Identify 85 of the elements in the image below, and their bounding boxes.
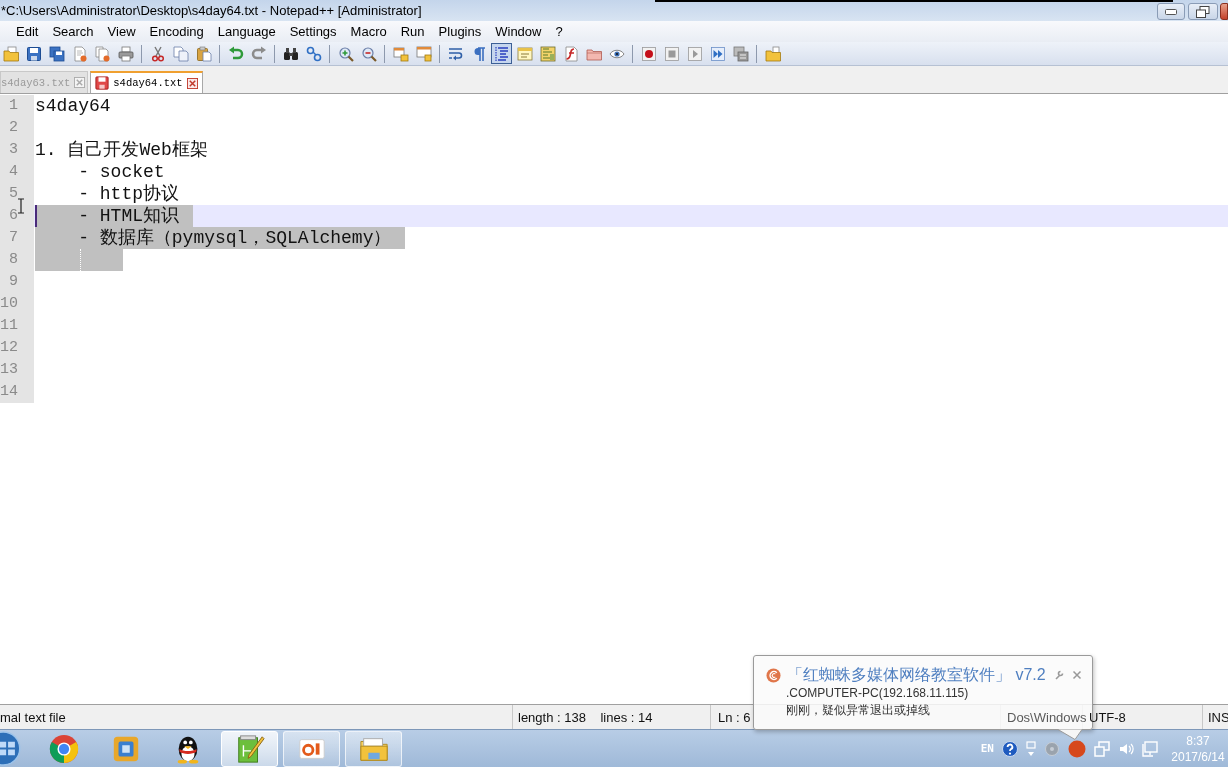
record-icon: [640, 45, 657, 62]
zoom-in-icon: [337, 45, 354, 62]
redo-arrow-icon: [250, 45, 267, 62]
status-dot-icon[interactable]: [1068, 739, 1086, 758]
wrap-lines-icon: [447, 45, 464, 62]
menu-item[interactable]: Run: [393, 21, 432, 42]
close-icon[interactable]: [1071, 670, 1082, 680]
clipboard-icon: [195, 45, 212, 62]
close-icon[interactable]: [186, 77, 198, 89]
help-icon[interactable]: [1002, 740, 1018, 757]
window-arrow-icon[interactable]: [1026, 740, 1036, 757]
folder-icon: [2, 45, 19, 62]
toolbar-button[interactable]: [46, 43, 67, 64]
notification-text: .COMPUTER-PC(192.168.11.115): [786, 685, 969, 702]
copy-icon: [172, 45, 189, 62]
line-number: 5: [8, 184, 18, 204]
play-icon: [686, 45, 703, 62]
notification-text: 刚刚，疑似异常退出或掉线: [786, 702, 930, 719]
line-number: 10: [0, 294, 18, 314]
restore-button[interactable]: [1188, 3, 1218, 20]
menu-item[interactable]: ?: [548, 21, 570, 42]
menu-item[interactable]: View: [100, 21, 143, 42]
stacked-floppy-icon: [48, 45, 65, 62]
text-caret: [35, 205, 37, 227]
notification-title: 「红蜘蛛多媒体网络教室软件」 v7.2: [787, 664, 1046, 685]
text-cursor-icon: [17, 198, 25, 214]
menu-item[interactable]: Encoding: [142, 21, 211, 42]
code-line: s4day64: [35, 95, 111, 117]
window-square-icon: [415, 45, 432, 62]
printer-icon: [117, 45, 134, 62]
menu-item[interactable]: Window: [488, 21, 549, 42]
line-number: 12: [0, 338, 18, 358]
fast-forward-icon: [709, 45, 726, 62]
stacked-document-badge-icon: [94, 45, 111, 62]
script-f-document-icon: [562, 45, 579, 62]
close-button[interactable]: [1220, 3, 1228, 20]
undo-arrow-icon: [227, 45, 244, 62]
document-badge-icon: [71, 45, 88, 62]
status-text: length : 138 lines : 14: [518, 709, 653, 725]
line-number: 1: [8, 96, 18, 116]
tricolor-circle-icon: [48, 733, 79, 764]
binoculars-icon: [282, 45, 299, 62]
menu-item[interactable]: Settings: [282, 21, 344, 42]
file-tab[interactable]: s4day64.txt: [90, 71, 203, 93]
status-text: Ln : 6: [718, 709, 751, 725]
swirl-logo-icon: [766, 667, 781, 683]
scissors-icon: [149, 45, 166, 62]
stacked-pages-icon: [732, 45, 749, 62]
folder-icon: [764, 45, 781, 62]
line-number: 6: [8, 206, 18, 226]
line-number: 8: [8, 250, 18, 270]
linked-circles-icon: [305, 45, 322, 62]
line-number: 3: [8, 140, 18, 160]
line-number: 9: [8, 272, 18, 292]
wrench-icon[interactable]: [1053, 670, 1064, 680]
status-text: Dos\Windows: [1007, 709, 1087, 725]
stop-icon: [663, 45, 680, 62]
window-title: *C:\Users\Administrator\Desktop\s4day64.txt - Notepad++ [Administrator]: [0, 3, 422, 18]
menu-item[interactable]: Search: [45, 21, 101, 42]
indented-lines-icon: [493, 45, 510, 62]
line-number: 7: [8, 228, 18, 248]
code-line: - socket: [77, 161, 165, 183]
line-number: 14: [0, 382, 18, 402]
note-window-icon: [516, 45, 533, 62]
menu-item[interactable]: Language: [210, 21, 283, 42]
code-line: - http协议: [77, 183, 180, 205]
minimize-icon: [1165, 8, 1177, 15]
line-number: 13: [0, 360, 18, 380]
minimize-button[interactable]: [1157, 3, 1185, 20]
line-number: 2: [8, 118, 18, 138]
window-square-icon: [392, 45, 409, 62]
line-number: 4: [8, 162, 18, 182]
menu-item[interactable]: Edit: [9, 21, 46, 42]
status-text: UTF-8: [1089, 709, 1126, 725]
zoom-out-icon: [360, 45, 377, 62]
overlapping-windows-icon[interactable]: [1094, 740, 1110, 757]
lined-document-icon: [539, 45, 556, 62]
code-line: 1. 自己开发Web框架: [35, 139, 208, 161]
monitor-icon[interactable]: [1142, 740, 1158, 757]
start-orb-icon[interactable]: [0, 730, 22, 767]
menu-item[interactable]: Macro: [343, 21, 394, 42]
line-number: 11: [0, 316, 18, 336]
menu-item[interactable]: Plugins: [431, 21, 489, 42]
status-text: mal text file: [0, 709, 66, 725]
restore-icon: [1196, 5, 1210, 18]
